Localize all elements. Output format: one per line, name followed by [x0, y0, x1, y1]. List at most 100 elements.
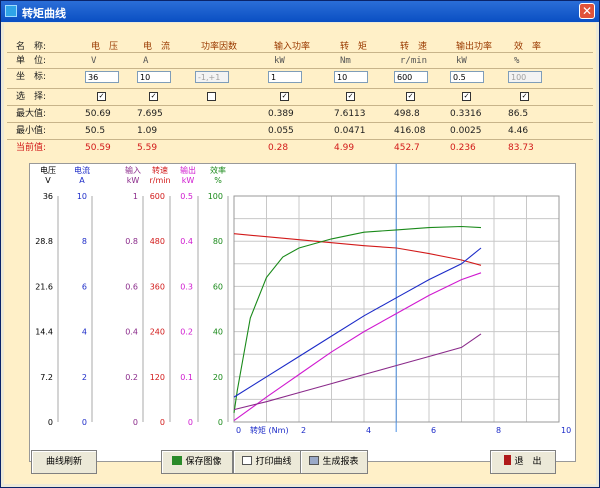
coord-input[interactable]: 10 [334, 71, 368, 83]
cell-min: 1.09 [137, 126, 158, 136]
select-checkbox[interactable]: ✓ [520, 92, 529, 101]
cell-current: 83.73 [508, 143, 534, 153]
cell-min: 0.0471 [334, 126, 366, 136]
axis-tick-label: 0 [160, 418, 165, 427]
row-label-max: 最大值: [16, 109, 47, 119]
cell-min: 50.5 [85, 126, 106, 136]
main-panel: 名 称: 单 位: 坐 标: 选 择: 最大值: 最小值: 当前值: 电 压 V 36 ✓ 50.69… [4, 23, 596, 484]
cell-name: 转 矩 [340, 42, 368, 52]
cell-name: 效 率 [514, 42, 542, 52]
print-curve-button[interactable]: 打印曲线 [233, 450, 301, 474]
axis-tick-label: 20 [213, 373, 223, 382]
cell-max: 0.389 [268, 109, 294, 119]
axis-tick-label: 80 [213, 237, 223, 246]
cell-unit: kW [274, 56, 285, 66]
axis-tick-label: 0.4 [125, 328, 138, 337]
app-icon [5, 5, 17, 17]
x-axis-label: 转矩 (Nm) [250, 425, 289, 435]
axis-tick-label: 8 [82, 237, 87, 246]
select-checkbox[interactable]: ✓ [280, 92, 289, 101]
cell-current: 0.28 [268, 143, 289, 153]
cell-max: 0.3316 [450, 109, 482, 119]
select-checkbox[interactable]: ✓ [462, 92, 471, 101]
axis-tick-label: 10 [77, 192, 87, 201]
title-bar[interactable]: 转矩曲线 ✕ [1, 1, 599, 22]
cell-max: 498.8 [394, 109, 420, 119]
axis-unit: % [214, 176, 222, 185]
axis-tick-label: 360 [150, 282, 165, 291]
row-divider [7, 88, 593, 89]
cell-max: 7.6113 [334, 109, 366, 119]
axis-tick-label: 0 [188, 418, 193, 427]
row-label-current: 当前值: [16, 143, 47, 153]
select-checkbox[interactable]: ✓ [346, 92, 355, 101]
coord-input[interactable]: 10 [137, 71, 171, 83]
axis-tick-label: 0.6 [125, 282, 138, 291]
axis-tick-label: 7.2 [40, 373, 53, 382]
axis-name: 输入 [125, 165, 141, 175]
axis-tick-label: 14.4 [35, 328, 53, 337]
cell-name: 功率因数 [201, 42, 238, 52]
coord-input[interactable]: 1 [268, 71, 302, 83]
axis-unit: kW [182, 176, 195, 185]
row-label-coord: 坐 标: [16, 72, 47, 82]
coord-input[interactable]: 0.5 [450, 71, 484, 83]
exit-label: 退 出 [514, 457, 542, 467]
axis-tick-label: 0.1 [180, 373, 193, 382]
row-label-select: 选 择: [16, 92, 47, 102]
cell-current: 452.7 [394, 143, 420, 153]
print-curve-label: 打印曲线 [255, 457, 292, 467]
cell-min: 0.0025 [450, 126, 482, 136]
row-divider [7, 105, 593, 106]
cell-unit: r/min [400, 56, 428, 66]
x-tick-label: 10 [561, 426, 571, 435]
axis-tick-label: 600 [150, 192, 165, 201]
axis-name: 转速 [152, 165, 168, 175]
report-icon [309, 456, 320, 465]
generate-report-button[interactable]: 生成报表 [300, 450, 368, 474]
axis-tick-label: 60 [213, 282, 223, 291]
save-image-button[interactable]: 保存图像 [161, 450, 233, 474]
select-checkbox[interactable]: ✓ [97, 92, 106, 101]
series-line-0 [233, 233, 482, 266]
cell-current: 50.59 [85, 143, 111, 153]
cell-unit: V [91, 56, 97, 66]
axis-tick-label: 28.8 [35, 237, 53, 246]
cell-min: 0.055 [268, 126, 294, 136]
axis-tick-label: 4 [82, 328, 87, 337]
row-divider [7, 122, 593, 123]
cell-current: 4.99 [334, 143, 355, 153]
axis-tick-label: 0 [48, 418, 53, 427]
axis-tick-label: 1 [133, 192, 138, 201]
axis-tick-label: 0 [82, 418, 87, 427]
cell-current: 0.236 [450, 143, 476, 153]
torque-chart: 电压V3628.821.614.47.20电流A1086420输入kW10.80… [35, 164, 571, 435]
save-icon [172, 456, 183, 465]
cell-name: 输入功率 [274, 42, 311, 52]
axis-unit: kW [127, 176, 140, 185]
refresh-curve-button[interactable]: 曲线刷新 [31, 450, 97, 474]
axis-tick-label: 480 [150, 237, 165, 246]
axis-tick-label: 6 [82, 282, 87, 291]
print-icon [242, 456, 253, 465]
coord-input[interactable]: 600 [394, 71, 428, 83]
close-button[interactable]: ✕ [579, 3, 595, 19]
coord-input[interactable]: 36 [85, 71, 119, 83]
axis-tick-label: 21.6 [35, 282, 53, 291]
cell-name: 输出功率 [456, 42, 493, 52]
axis-unit: r/min [149, 176, 170, 185]
coord-input: 100 [508, 71, 542, 83]
x-tick-label: 6 [431, 426, 436, 435]
axis-tick-label: 0.2 [125, 373, 138, 382]
cell-unit: % [514, 56, 520, 66]
axis-tick-label: 120 [150, 373, 165, 382]
row-divider [7, 139, 593, 140]
cell-unit: A [143, 56, 149, 66]
select-checkbox[interactable]: ✓ [406, 92, 415, 101]
axis-tick-label: 0 [218, 418, 223, 427]
exit-button[interactable]: 退 出 [490, 450, 556, 474]
select-checkbox[interactable]: ✓ [149, 92, 158, 101]
select-checkbox[interactable] [207, 92, 216, 101]
x-tick-label: 8 [496, 426, 501, 435]
axis-tick-label: 0.3 [180, 282, 193, 291]
